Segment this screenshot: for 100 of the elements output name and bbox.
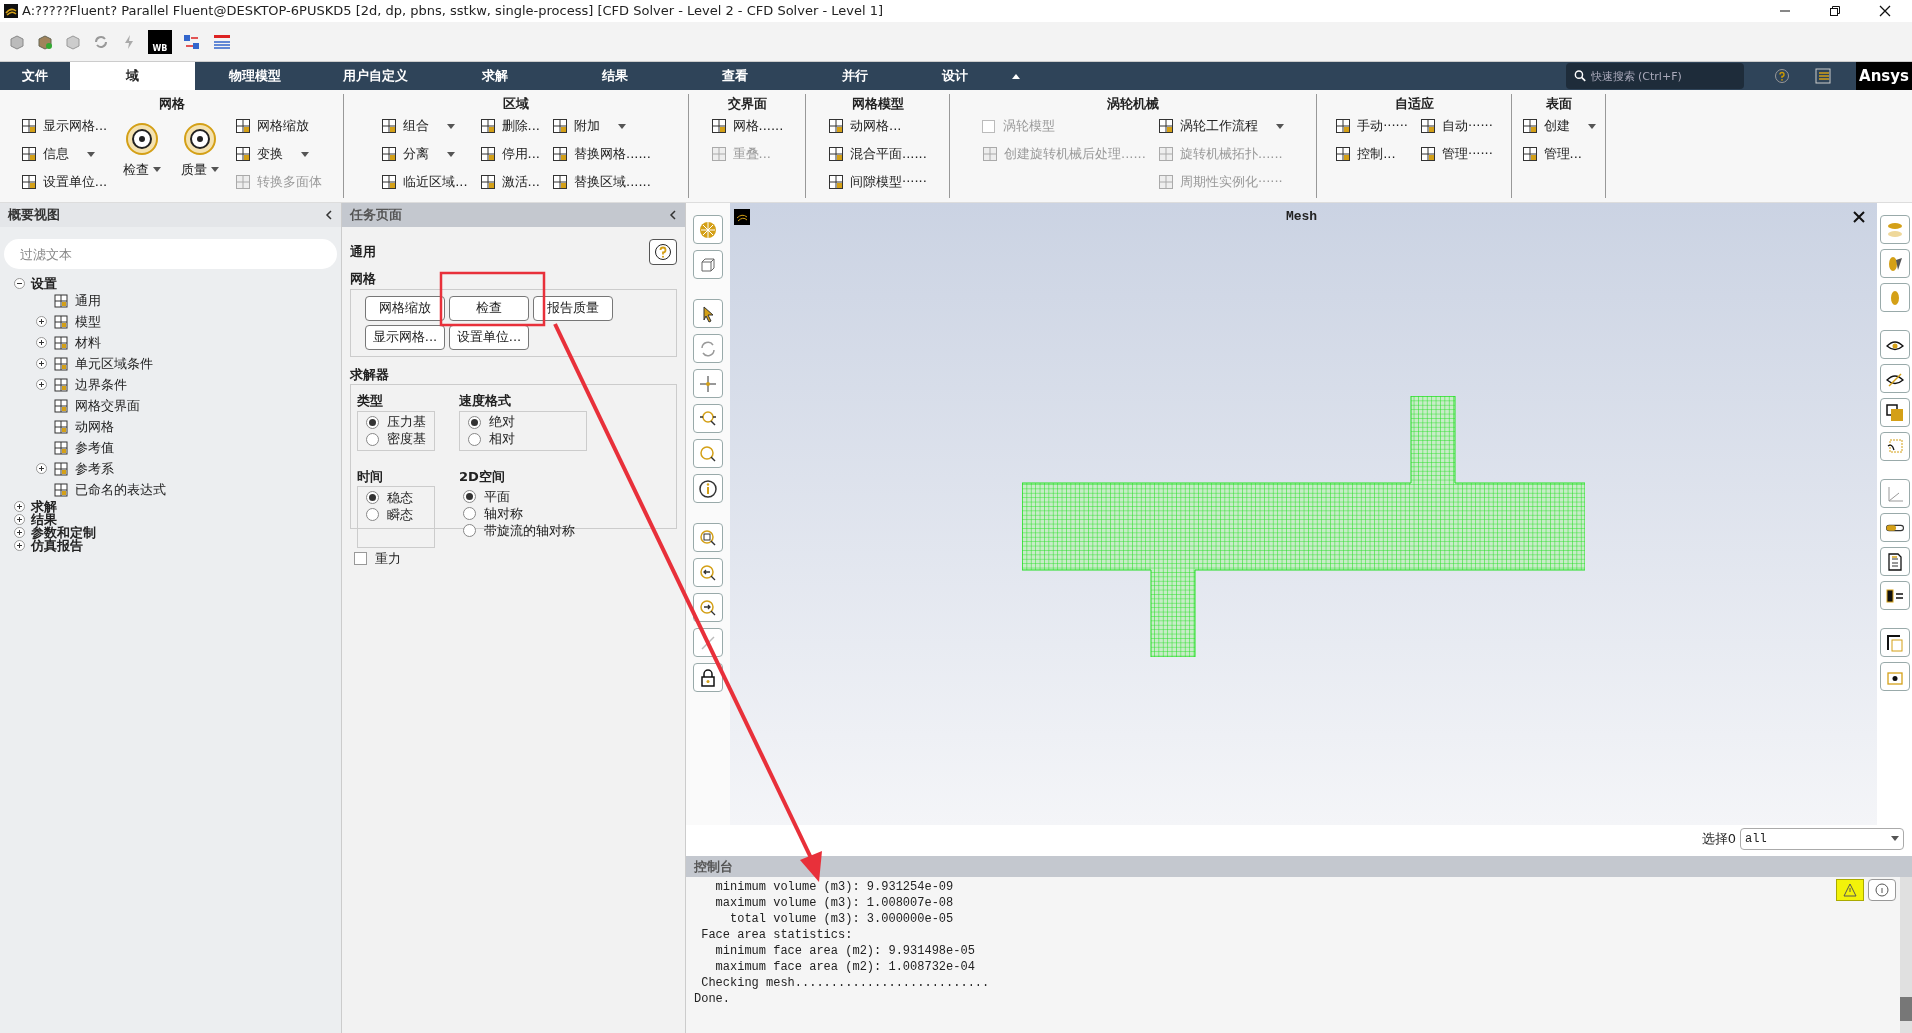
radio-button[interactable] bbox=[468, 432, 481, 446]
tree-item[interactable]: 模型 bbox=[75, 311, 101, 332]
scrollbar[interactable] bbox=[1900, 877, 1912, 1033]
toolbar-button[interactable] bbox=[1879, 513, 1910, 542]
radio-button[interactable] bbox=[366, 491, 379, 504]
radio-option[interactable]: 压力基 bbox=[366, 413, 426, 431]
radio-option[interactable]: 相对 bbox=[468, 430, 578, 448]
mesh-button[interactable]: 显示网格... bbox=[365, 324, 445, 350]
workbench-button[interactable]: WB bbox=[148, 29, 172, 54]
ribbon-button[interactable]: 替换网格...... bbox=[552, 142, 651, 166]
ribbon-tab[interactable]: 域 bbox=[70, 62, 195, 90]
radio-button[interactable] bbox=[463, 524, 476, 537]
ribbon-button[interactable]: 变换 bbox=[235, 142, 323, 166]
ribbon-button[interactable]: 分离 bbox=[381, 142, 468, 166]
toolbar-button[interactable] bbox=[1879, 330, 1910, 359]
radio-option[interactable]: 瞬态 bbox=[366, 506, 426, 523]
layout-icon[interactable] bbox=[1814, 67, 1832, 85]
ribbon-button[interactable]: 检查 bbox=[119, 114, 166, 180]
toolbar-button[interactable] bbox=[693, 474, 723, 503]
radio-button[interactable] bbox=[468, 415, 481, 429]
radio-option[interactable]: 平面 bbox=[463, 488, 666, 505]
tree-item[interactable]: 网格交界面 bbox=[75, 395, 140, 416]
ribbon-button[interactable]: 网格缩放 bbox=[235, 114, 323, 138]
ribbon-button[interactable]: 附加 bbox=[552, 114, 651, 138]
toolbar-button[interactable] bbox=[1879, 364, 1910, 393]
filter-input[interactable]: 过滤文本 bbox=[20, 242, 321, 266]
radio-button[interactable] bbox=[366, 508, 379, 521]
expand-icon[interactable] bbox=[14, 514, 25, 525]
expand-icon[interactable] bbox=[36, 316, 47, 327]
tree-item[interactable]: 求解 bbox=[31, 500, 57, 513]
ribbon-button[interactable]: 手动······ bbox=[1335, 114, 1408, 138]
tree-item[interactable]: 已命名的表达式 bbox=[75, 479, 166, 500]
ribbon-tab[interactable]: 物理模型 bbox=[195, 62, 315, 90]
ribbon-button[interactable]: 创建 bbox=[1521, 114, 1596, 138]
tree-item[interactable]: 仿真报告 bbox=[31, 539, 83, 552]
toolbar-button[interactable] bbox=[693, 299, 723, 328]
ribbon-tab[interactable]: 设计 bbox=[915, 62, 995, 90]
expand-icon[interactable] bbox=[36, 337, 47, 348]
expand-icon[interactable] bbox=[14, 540, 25, 551]
mesh-button[interactable]: 设置单位... bbox=[449, 324, 529, 350]
tree-item[interactable]: 参考值 bbox=[75, 437, 114, 458]
ribbon-button[interactable]: 设置单位... bbox=[20, 170, 108, 194]
tree-item[interactable]: 动网格 bbox=[75, 416, 114, 437]
ribbon-button[interactable]: 控制... bbox=[1335, 142, 1408, 166]
help-icon[interactable] bbox=[1774, 68, 1790, 84]
ribbon-button[interactable]: 信息 bbox=[20, 142, 108, 166]
radio-button[interactable] bbox=[366, 432, 379, 446]
radio-option[interactable]: 绝对 bbox=[468, 413, 578, 431]
info-button[interactable] bbox=[1868, 879, 1896, 901]
ribbon-button[interactable]: 显示网格... bbox=[20, 114, 108, 138]
transfer-icon[interactable] bbox=[182, 32, 202, 51]
ribbon-button[interactable]: 替换区域...... bbox=[552, 170, 651, 194]
gravity-checkbox[interactable]: 重力 bbox=[350, 549, 677, 569]
radio-button[interactable] bbox=[366, 415, 379, 429]
radio-button[interactable] bbox=[463, 490, 476, 503]
collapse-icon[interactable] bbox=[669, 210, 677, 220]
selection-dropdown[interactable]: all bbox=[1740, 827, 1904, 850]
ribbon-tab[interactable]: 用户自定义 bbox=[315, 62, 435, 90]
ribbon-tab[interactable]: 求解 bbox=[435, 62, 555, 90]
search-field[interactable]: 快速搜索 (Ctrl+F) bbox=[1566, 63, 1744, 89]
collapse-icon[interactable] bbox=[14, 278, 25, 289]
toolbar-button[interactable] bbox=[1879, 398, 1910, 427]
ribbon-button[interactable]: 涡轮工作流程 bbox=[1157, 114, 1284, 138]
ribbon-button[interactable]: 删除... bbox=[479, 114, 540, 138]
ribbon-button[interactable]: 自动······ bbox=[1420, 114, 1493, 138]
filter-field[interactable]: 过滤文本 bbox=[4, 239, 337, 269]
ribbon-button[interactable]: 管理······ bbox=[1420, 142, 1493, 166]
radio-option[interactable]: 密度基 bbox=[366, 430, 426, 448]
expand-icon[interactable] bbox=[36, 358, 47, 369]
list-icon[interactable] bbox=[212, 32, 232, 51]
expand-icon[interactable] bbox=[36, 379, 47, 390]
tree-item[interactable]: 材料 bbox=[75, 332, 101, 353]
toolbar-button[interactable] bbox=[1879, 581, 1910, 610]
toolbar-button[interactable] bbox=[1879, 628, 1910, 657]
ribbon-button[interactable]: 质量 bbox=[177, 114, 224, 180]
help-button[interactable] bbox=[649, 239, 677, 265]
tree-item[interactable]: 单元区域条件 bbox=[75, 353, 153, 374]
tree-item[interactable]: 结果 bbox=[31, 513, 57, 526]
ribbon-tab[interactable]: 结果 bbox=[555, 62, 675, 90]
mesh-button[interactable]: 网格缩放 bbox=[365, 295, 445, 321]
radio-option[interactable]: 带旋流的轴对称 bbox=[463, 522, 666, 539]
mesh-button[interactable]: 报告质量 bbox=[533, 295, 613, 321]
ribbon-button[interactable]: 间隙模型······ bbox=[828, 170, 927, 194]
expand-icon[interactable] bbox=[14, 527, 25, 538]
toolbar-button[interactable] bbox=[1879, 547, 1910, 576]
toolbar-button[interactable] bbox=[1879, 249, 1910, 278]
ribbon-button[interactable]: 临近区域... bbox=[381, 170, 468, 194]
tree-item[interactable]: 参数和定制 bbox=[31, 526, 96, 539]
warning-button[interactable] bbox=[1836, 879, 1864, 901]
ribbon-tab[interactable]: 并行 bbox=[795, 62, 915, 90]
expand-icon[interactable] bbox=[36, 463, 47, 474]
toolbar-button[interactable] bbox=[693, 663, 723, 692]
ribbon-button[interactable]: 混合平面...... bbox=[828, 142, 927, 166]
tree-item[interactable]: 通用 bbox=[75, 290, 101, 311]
checkbox[interactable] bbox=[354, 552, 367, 566]
tree-item[interactable]: 参考系 bbox=[75, 458, 114, 479]
collapse-icon[interactable] bbox=[325, 210, 333, 220]
ribbon-tab[interactable]: 文件 bbox=[0, 62, 70, 90]
close-button[interactable] bbox=[1853, 210, 1865, 223]
ribbon-button[interactable]: 激活... bbox=[479, 170, 540, 194]
